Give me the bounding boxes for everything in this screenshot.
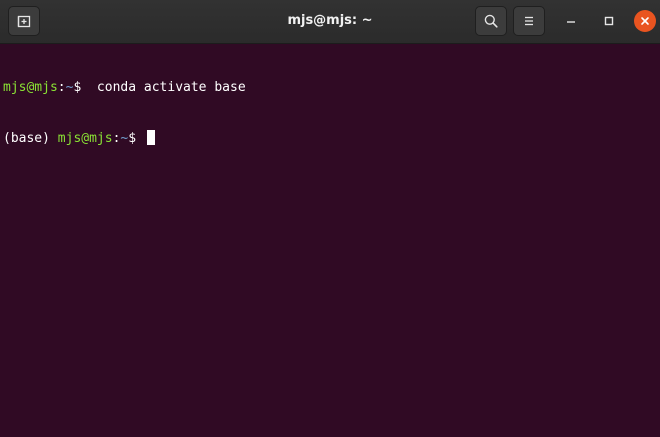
new-tab-icon: [17, 15, 31, 28]
env-prefix: (base): [3, 131, 58, 146]
title-bar[interactable]: mjs@mjs: ~: [0, 0, 660, 44]
new-tab-button[interactable]: [8, 6, 40, 36]
minimize-icon: [567, 21, 575, 23]
hamburger-menu-icon: [525, 16, 533, 26]
terminal-window: mjs@mjs: ~ mjs@mjs:~$ conda activate bas…: [0, 0, 660, 437]
maximize-button[interactable]: [598, 10, 620, 32]
prompt-colon: :: [57, 80, 66, 95]
search-button[interactable]: [475, 6, 507, 36]
text-cursor: [147, 130, 156, 145]
terminal-output[interactable]: mjs@mjs:~$ conda activate base (base) mj…: [0, 44, 660, 437]
menu-button[interactable]: [513, 6, 545, 36]
prompt-user-host: mjs@mjs: [57, 131, 113, 146]
prompt-user-host: mjs@mjs: [3, 80, 58, 95]
prompt-dollar: $: [128, 131, 137, 146]
minimize-button[interactable]: [560, 10, 582, 32]
terminal-line: (base) mjs@mjs:~$: [3, 130, 660, 147]
command-text: conda activate base: [81, 80, 246, 95]
terminal-line: mjs@mjs:~$ conda activate base: [3, 79, 660, 96]
search-icon: [484, 14, 498, 28]
maximize-icon: [604, 16, 614, 26]
close-button[interactable]: [634, 10, 656, 32]
close-icon: [641, 17, 649, 25]
